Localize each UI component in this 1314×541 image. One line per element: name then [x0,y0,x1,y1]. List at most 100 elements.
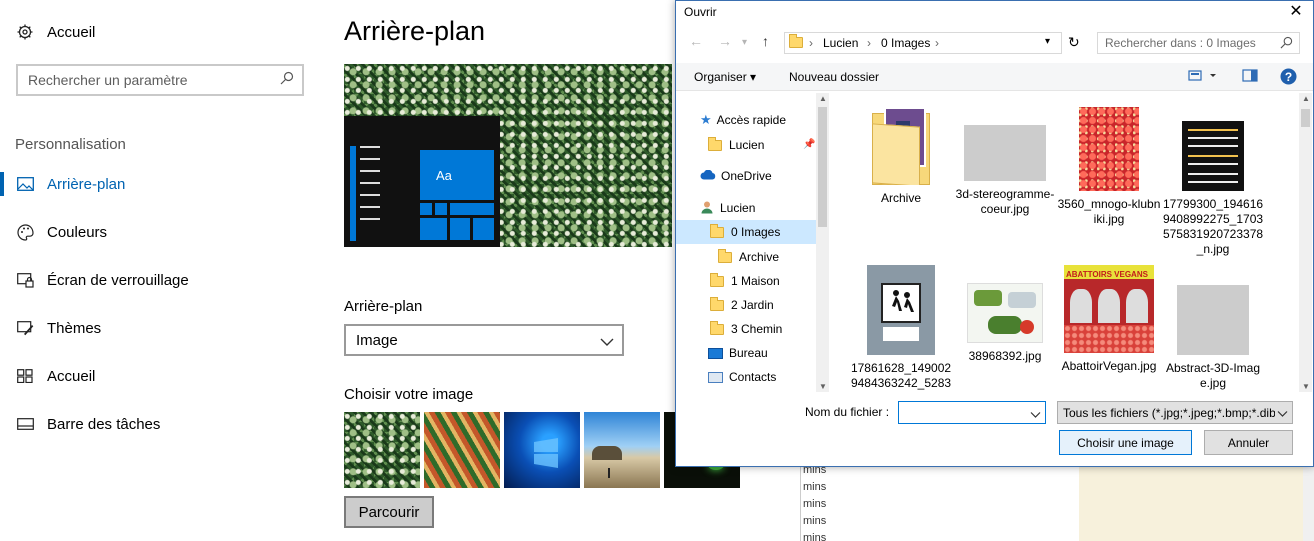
tree-item-quick-access[interactable]: ★ Accès rapide [700,108,786,132]
filename-input[interactable] [899,402,1027,423]
tree-item-label: 3 Chemin [731,322,783,336]
breadcrumb-separator-icon: › [809,36,813,50]
nav-label: Thèmes [47,319,102,337]
cancel-button[interactable]: Annuler [1204,430,1293,455]
tree-item-label: 0 Images [731,225,781,239]
file-name: 3560_mnogo-klubniki.jpg [1057,197,1161,226]
settings-search-input[interactable] [18,66,268,94]
tree-item-label: Lucien [720,201,756,215]
tree-scrollbar[interactable]: ▲ ▼ [816,93,829,392]
tree-item-bureau[interactable]: Bureau [708,341,768,365]
nav-start[interactable]: Accueil [0,356,300,396]
star-icon: ★ [700,112,712,127]
breadcrumb-separator-icon: › [935,36,939,50]
folder-icon [708,136,722,151]
command-bar: Organiser ▾ Nouveau dossier ? [676,63,1313,91]
file-item[interactable]: ABATTOIRS VEGANS AbattoirVegan.jpg [1057,265,1161,374]
scroll-down-icon[interactable]: ▼ [1302,382,1310,391]
image-thumbnail-1[interactable] [344,412,420,488]
list-item: mins [803,481,827,493]
tree-item-user[interactable]: Lucien [700,196,755,220]
folder-search-input[interactable] [1098,33,1268,53]
view-options-icon[interactable] [1188,69,1218,86]
file-item[interactable]: 17861628_1490029484363242_5283 [849,265,953,391]
picture-icon [16,175,34,193]
image-thumbnail [964,125,1046,181]
list-item: mins [803,498,827,510]
tree-scroll-thumb[interactable] [818,107,827,227]
tree-item-lucien-pinned[interactable]: Lucien [708,133,764,157]
file-name: Abstract-3D-Image.jpg [1165,361,1261,390]
breadcrumb-item[interactable]: Lucien [823,36,858,50]
scroll-up-icon[interactable]: ▲ [819,94,827,103]
tree-item-archive[interactable]: Archive [718,245,779,269]
file-name: AbattoirVegan.jpg [1061,359,1157,373]
tree-item-2-jardin[interactable]: 2 Jardin [710,293,774,317]
preview-start-menu: Aa [344,116,500,247]
file-item[interactable]: Abstract-3D-Image.jpg [1161,265,1265,391]
new-folder-button[interactable]: Nouveau dossier [789,70,879,84]
nav-label: Accueil [47,367,96,385]
file-item[interactable]: 3560_mnogo-klubniki.jpg [1057,107,1161,227]
tree-item-contacts[interactable]: Contacts [708,365,776,389]
image-thumbnail [867,265,935,355]
file-item[interactable]: 17799300_1946169408992275_17035758319207… [1161,107,1265,257]
image-thumbnail-4[interactable] [584,412,660,488]
image-thumbnail-3[interactable] [504,412,580,488]
preview-pane-icon[interactable] [1242,69,1258,86]
choose-image-button[interactable]: Choisir une image [1059,430,1192,455]
file-type-filter[interactable]: Tous les fichiers (*.jpg;*.jpeg;*.bmp;*.… [1057,401,1293,424]
tree-item-1-maison[interactable]: 1 Maison [710,269,780,293]
file-item[interactable]: 3d-stereogramme-coeur.jpg [953,107,1057,217]
file-list: Archive 3d-stereogramme-coeur.jpg 3560_m… [833,93,1299,392]
tree-item-3-chemin[interactable]: 3 Chemin [710,317,782,341]
folder-search[interactable] [1097,32,1300,54]
nav-label: Barre des tâches [47,415,161,433]
open-file-dialog: Ouvrir ✕ ← → ▾ ↑ › Lucien › 0 Images › ▾… [675,0,1314,467]
section-title: Personnalisation [15,136,126,153]
image-thumbnail-2[interactable] [424,412,500,488]
recent-locations-button[interactable]: ▾ [742,37,747,48]
home-link[interactable]: Accueil [0,12,300,52]
file-item[interactable]: Archive [849,107,953,206]
file-type-value: Tous les fichiers (*.jpg;*.jpeg;*.bmp;*.… [1063,406,1276,420]
up-button[interactable]: ↑ [762,33,769,49]
settings-search[interactable] [16,64,304,96]
close-icon: ✕ [1289,3,1303,20]
nav-colors[interactable]: Couleurs [0,212,300,252]
organize-button[interactable]: Organiser ▾ [694,70,756,84]
close-button[interactable]: ✕ [1279,1,1313,23]
chevron-down-icon[interactable] [1030,406,1041,424]
forward-button[interactable]: → [718,33,732,49]
tree-item-label: Bureau [729,346,768,360]
chevron-down-icon: ▾ [742,37,748,48]
nav-lock-screen[interactable]: Écran de verrouillage [0,260,300,300]
scroll-up-icon[interactable]: ▲ [1302,94,1310,103]
nav-taskbar[interactable]: Barre des tâches [0,404,300,444]
background-type-select[interactable]: Image [344,324,624,356]
file-list-scrollbar[interactable]: ▲ ▼ [1299,93,1312,392]
refresh-icon[interactable]: ↻ [1068,34,1080,51]
contacts-icon [708,371,723,383]
background-preview: Aa [344,64,672,247]
tree-item-label: Archive [739,250,780,264]
folder-icon [710,320,724,335]
scroll-down-icon[interactable]: ▼ [819,382,827,391]
chevron-down-icon [600,334,614,352]
back-button[interactable]: ← [689,33,703,49]
list-item: mins [803,515,827,527]
file-scroll-thumb[interactable] [1301,109,1310,127]
pin-icon: 📌 [803,139,816,150]
file-item[interactable]: 38968392.jpg [953,265,1057,364]
filename-field[interactable] [898,401,1046,424]
tree-item-onedrive[interactable]: OneDrive [700,164,772,188]
nav-background[interactable]: Arrière-plan [0,164,300,204]
tree-item-0-images[interactable]: 0 Images [676,220,816,244]
file-name: 38968392.jpg [968,349,1042,363]
help-icon[interactable]: ? [1280,68,1297,88]
browse-button[interactable]: Parcourir [344,496,434,528]
breadcrumb-item[interactable]: 0 Images [881,36,930,50]
chevron-down-icon[interactable]: ▾ [1045,36,1050,47]
nav-themes[interactable]: Thèmes [0,308,300,348]
address-bar[interactable]: › Lucien › 0 Images › ▾ [784,32,1062,54]
